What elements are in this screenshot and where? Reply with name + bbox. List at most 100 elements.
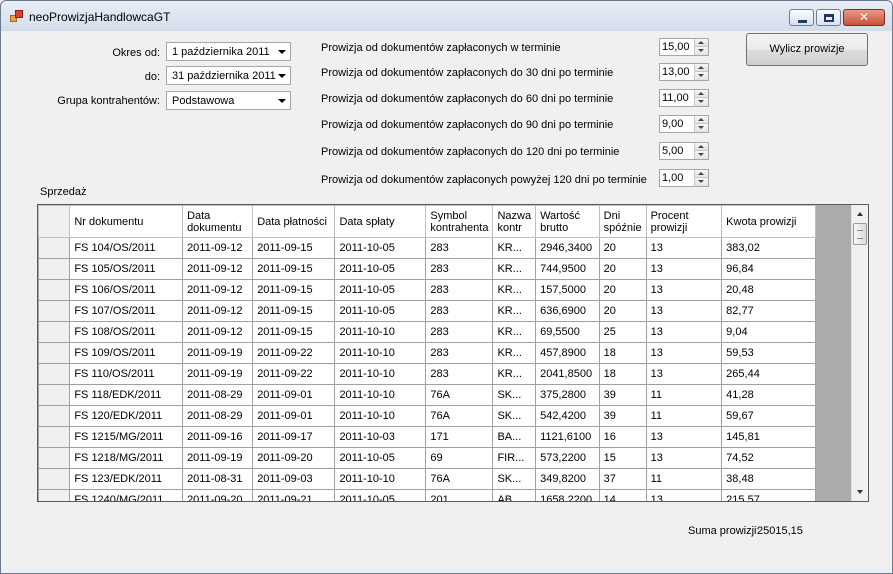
- table-cell[interactable]: FS 118/EDK/2011: [69, 384, 184, 406]
- table-cell[interactable]: FS 104/OS/2011: [69, 237, 184, 259]
- table-cell[interactable]: KR...: [492, 258, 537, 280]
- table-row[interactable]: FS 110/OS/2011 2011-09-19 2011-09-22 2011-1…: [38, 363, 816, 385]
- column-header[interactable]: Symbol kontrahenta: [425, 205, 494, 238]
- column-header[interactable]: Nr dokumentu: [69, 205, 184, 238]
- table-row[interactable]: FS 106/OS/2011 2011-09-12 2011-09-15 2011-1…: [38, 279, 816, 301]
- row-header-cell[interactable]: [38, 447, 71, 469]
- table-cell[interactable]: 2011-09-19: [182, 363, 254, 385]
- commission-value[interactable]: 5,00: [662, 145, 683, 157]
- chevron-down-icon[interactable]: [273, 67, 290, 84]
- table-row[interactable]: FS 123/EDK/2011 2011-08-31 2011-09-03 2011-…: [38, 468, 816, 490]
- table-row[interactable]: FS 104/OS/2011 2011-09-12 2011-09-15 2011-1…: [38, 237, 816, 259]
- row-header-cell[interactable]: [38, 258, 71, 280]
- close-button[interactable]: ✕: [843, 9, 885, 26]
- table-cell[interactable]: 20: [598, 258, 647, 280]
- table-cell[interactable]: 283: [425, 237, 494, 259]
- table-cell[interactable]: 2011-10-05: [334, 489, 427, 501]
- table-cell[interactable]: 69: [425, 447, 494, 469]
- table-cell[interactable]: 2011-09-17: [252, 426, 336, 448]
- scroll-up-icon[interactable]: [852, 205, 868, 222]
- table-cell[interactable]: 283: [425, 300, 494, 322]
- sales-grid[interactable]: Nr dokumentu Data dokumentu Data płatnoś…: [37, 204, 869, 502]
- table-cell[interactable]: FS 1218/MG/2011: [69, 447, 184, 469]
- table-cell[interactable]: 2011-09-01: [252, 384, 336, 406]
- commission-value[interactable]: 15,00: [662, 41, 690, 53]
- table-cell[interactable]: 157,5000: [535, 279, 600, 301]
- table-cell[interactable]: 13: [645, 342, 723, 364]
- column-header[interactable]: Dni spóźnie: [598, 205, 647, 238]
- row-header-cell[interactable]: [38, 468, 71, 490]
- table-row[interactable]: FS 1215/MG/2011 2011-09-16 2011-09-17 2011-…: [38, 426, 816, 448]
- table-cell[interactable]: 2011-09-03: [252, 468, 336, 490]
- table-cell[interactable]: BA...: [492, 426, 537, 448]
- table-cell[interactable]: 11: [645, 384, 723, 406]
- minimize-button[interactable]: [789, 9, 814, 26]
- table-cell[interactable]: FS 107/OS/2011: [69, 300, 184, 322]
- table-cell[interactable]: 9,04: [721, 321, 816, 343]
- table-cell[interactable]: 349,8200: [535, 468, 600, 490]
- table-cell[interactable]: SK...: [492, 405, 537, 427]
- commission-value[interactable]: 1,00: [662, 172, 683, 184]
- table-cell[interactable]: 11: [645, 468, 723, 490]
- column-header[interactable]: Data spłaty: [334, 205, 427, 238]
- table-cell[interactable]: 18: [598, 363, 647, 385]
- commission-spinner[interactable]: 15,00: [659, 38, 709, 56]
- table-cell[interactable]: FS 109/OS/2011: [69, 342, 184, 364]
- table-cell[interactable]: 13: [645, 258, 723, 280]
- table-cell[interactable]: 215,57: [721, 489, 816, 501]
- table-cell[interactable]: 2011-10-05: [334, 300, 427, 322]
- table-cell[interactable]: FS 108/OS/2011: [69, 321, 184, 343]
- table-cell[interactable]: 283: [425, 258, 494, 280]
- table-cell[interactable]: 171: [425, 426, 494, 448]
- table-cell[interactable]: 2011-10-05: [334, 279, 427, 301]
- scroll-down-icon[interactable]: [852, 484, 868, 501]
- table-cell[interactable]: 2011-09-15: [252, 279, 336, 301]
- spin-down-icon[interactable]: [695, 178, 708, 186]
- table-row[interactable]: FS 1218/MG/2011 2011-09-19 2011-09-20 2011-…: [38, 447, 816, 469]
- table-cell[interactable]: 2011-10-10: [334, 342, 427, 364]
- table-row[interactable]: FS 118/EDK/2011 2011-08-29 2011-09-01 2011-…: [38, 384, 816, 406]
- table-cell[interactable]: 375,2800: [535, 384, 600, 406]
- row-header-cell[interactable]: [38, 426, 71, 448]
- table-cell[interactable]: 283: [425, 363, 494, 385]
- table-cell[interactable]: 82,77: [721, 300, 816, 322]
- table-cell[interactable]: 41,28: [721, 384, 816, 406]
- spin-up-icon[interactable]: [695, 170, 708, 178]
- table-cell[interactable]: 13: [645, 489, 723, 501]
- spin-down-icon[interactable]: [695, 98, 708, 106]
- spin-up-icon[interactable]: [695, 90, 708, 98]
- table-cell[interactable]: 2011-10-05: [334, 258, 427, 280]
- commission-value[interactable]: 11,00: [662, 92, 689, 104]
- table-cell[interactable]: 2011-08-29: [182, 405, 254, 427]
- spin-down-icon[interactable]: [695, 151, 708, 159]
- table-cell[interactable]: 283: [425, 279, 494, 301]
- table-cell[interactable]: KR...: [492, 237, 537, 259]
- chevron-down-icon[interactable]: [273, 92, 290, 109]
- column-header[interactable]: Data dokumentu: [182, 205, 254, 238]
- row-header-cell[interactable]: [38, 321, 71, 343]
- table-cell[interactable]: FS 1215/MG/2011: [69, 426, 184, 448]
- table-cell[interactable]: 2011-09-21: [252, 489, 336, 501]
- table-cell[interactable]: FS 123/EDK/2011: [69, 468, 184, 490]
- table-cell[interactable]: 383,02: [721, 237, 816, 259]
- table-cell[interactable]: 2011-08-29: [182, 384, 254, 406]
- table-cell[interactable]: 2011-09-15: [252, 321, 336, 343]
- table-row[interactable]: FS 108/OS/2011 2011-09-12 2011-09-15 2011-1…: [38, 321, 816, 343]
- maximize-button[interactable]: [816, 9, 841, 26]
- table-cell[interactable]: 13: [645, 426, 723, 448]
- table-cell[interactable]: 2011-09-20: [252, 447, 336, 469]
- table-cell[interactable]: 13: [645, 300, 723, 322]
- table-cell[interactable]: KR...: [492, 321, 537, 343]
- row-header-cell[interactable]: [38, 384, 71, 406]
- table-cell[interactable]: 283: [425, 321, 494, 343]
- table-cell[interactable]: 2011-10-03: [334, 426, 427, 448]
- spin-up-icon[interactable]: [695, 39, 708, 47]
- row-header-cell[interactable]: [38, 300, 71, 322]
- table-cell[interactable]: 13: [645, 279, 723, 301]
- table-cell[interactable]: 59,67: [721, 405, 816, 427]
- table-cell[interactable]: KR...: [492, 279, 537, 301]
- table-cell[interactable]: 2011-10-10: [334, 321, 427, 343]
- table-cell[interactable]: 59,53: [721, 342, 816, 364]
- table-cell[interactable]: 2011-10-05: [334, 237, 427, 259]
- table-cell[interactable]: FS 106/OS/2011: [69, 279, 184, 301]
